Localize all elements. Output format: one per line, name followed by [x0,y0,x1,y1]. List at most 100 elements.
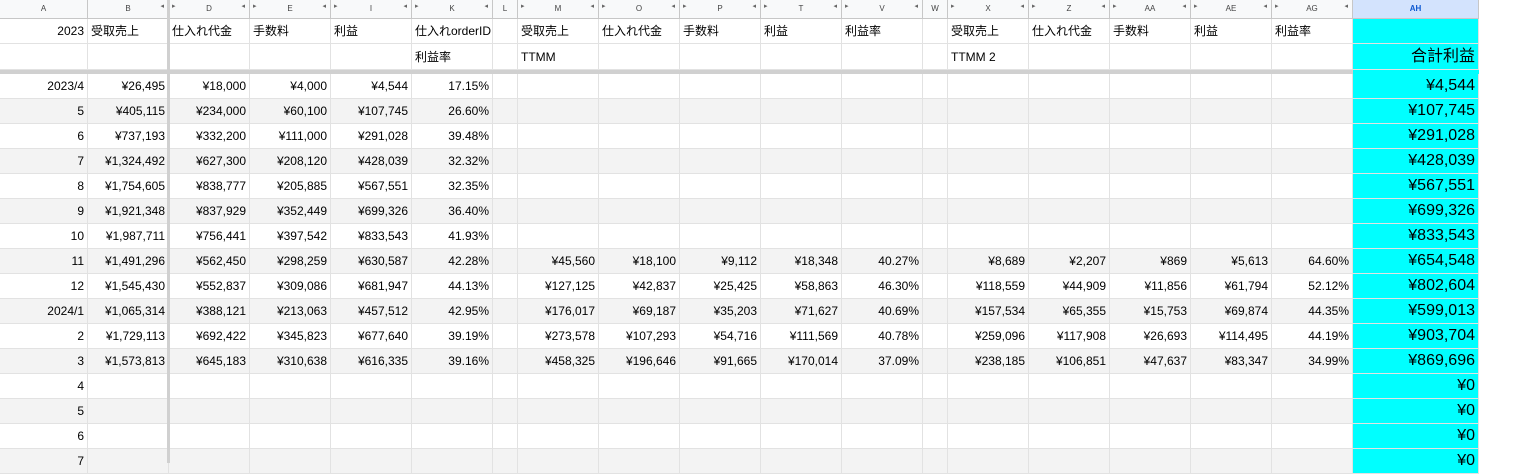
column-header-ae[interactable]: AE ▸ ◂ [1191,0,1272,19]
data-cell-o[interactable] [599,199,680,224]
data-cell-a[interactable]: 4 [0,374,88,399]
header-cell-r1-ag[interactable]: 利益率 [1272,19,1353,44]
hidden-columns-marker[interactable]: ◂ [322,3,326,10]
data-cell-t[interactable]: ¥58,863 [761,274,842,299]
data-cell-ag[interactable] [1272,149,1353,174]
data-cell-ae[interactable]: ¥83,347 [1191,349,1272,374]
column-header-w[interactable]: W [923,0,948,19]
data-cell-e[interactable]: ¥298,259 [250,249,331,274]
data-cell-k[interactable] [412,399,493,424]
column-header-i[interactable]: I ▸ ◂ [331,0,412,19]
hidden-columns-marker[interactable]: ▸ [1194,3,1198,10]
data-cell-o[interactable] [599,174,680,199]
column-header-a[interactable]: A [0,0,88,19]
data-cell-a[interactable]: 7 [0,449,88,474]
data-cell-aa[interactable] [1110,224,1191,249]
data-cell-ag[interactable]: 64.60% [1272,249,1353,274]
hidden-columns-marker[interactable]: ▸ [951,3,955,10]
data-cell-t[interactable] [761,449,842,474]
data-cell-l[interactable] [493,299,518,324]
data-cell-aa[interactable]: ¥15,753 [1110,299,1191,324]
data-cell-z[interactable]: ¥106,851 [1029,349,1110,374]
data-cell-i[interactable]: ¥681,947 [331,274,412,299]
data-cell-z[interactable]: ¥117,908 [1029,324,1110,349]
header-cell-r1-ah[interactable] [1353,19,1479,44]
data-cell-k[interactable]: 32.35% [412,174,493,199]
data-cell-e[interactable]: ¥352,449 [250,199,331,224]
data-cell-v[interactable] [842,399,923,424]
data-cell-a[interactable]: 5 [0,99,88,124]
data-cell-d[interactable]: ¥562,450 [169,249,250,274]
header-cell-r1-x[interactable]: 受取売上 [948,19,1029,44]
data-cell-ag[interactable] [1272,374,1353,399]
hidden-columns-marker[interactable]: ▸ [172,3,176,10]
column-header-l[interactable]: L [493,0,518,19]
header-cell-r2-d[interactable] [169,44,250,70]
data-cell-k[interactable]: 42.28% [412,249,493,274]
hidden-columns-marker[interactable]: ▸ [764,3,768,10]
data-cell-t[interactable] [761,99,842,124]
data-cell-t[interactable]: ¥71,627 [761,299,842,324]
column-header-ah[interactable]: AH [1353,0,1479,19]
data-cell-x[interactable] [948,424,1029,449]
hidden-columns-marker[interactable]: ◂ [1020,3,1024,10]
data-cell-x[interactable] [948,124,1029,149]
data-cell-t[interactable] [761,374,842,399]
data-cell-o[interactable]: ¥18,100 [599,249,680,274]
data-cell-k[interactable] [412,374,493,399]
data-cell-d[interactable]: ¥838,777 [169,174,250,199]
data-cell-i[interactable] [331,399,412,424]
data-cell-t[interactable]: ¥111,569 [761,324,842,349]
data-cell-p[interactable] [680,224,761,249]
data-cell-b[interactable]: ¥1,921,348 [88,199,169,224]
data-cell-x[interactable]: ¥118,559 [948,274,1029,299]
data-cell-d[interactable]: ¥18,000 [169,74,250,99]
hidden-columns-marker[interactable]: ▸ [1113,3,1117,10]
data-cell-e[interactable]: ¥60,100 [250,99,331,124]
data-cell-l[interactable] [493,74,518,99]
header-cell-r2-i[interactable] [331,44,412,70]
data-cell-z[interactable] [1029,124,1110,149]
data-cell-w[interactable] [923,449,948,474]
data-cell-e[interactable]: ¥213,063 [250,299,331,324]
data-cell-v[interactable]: 40.78% [842,324,923,349]
data-cell-ae[interactable] [1191,74,1272,99]
data-cell-o[interactable]: ¥69,187 [599,299,680,324]
header-cell-r2-z[interactable] [1029,44,1110,70]
data-cell-i[interactable]: ¥699,326 [331,199,412,224]
data-cell-a[interactable]: 11 [0,249,88,274]
data-cell-d[interactable]: ¥837,929 [169,199,250,224]
data-cell-p[interactable]: ¥35,203 [680,299,761,324]
hidden-columns-marker[interactable]: ▸ [334,3,338,10]
header-cell-r2-t[interactable] [761,44,842,70]
data-cell-z[interactable] [1029,174,1110,199]
data-cell-x[interactable]: ¥157,534 [948,299,1029,324]
data-cell-o[interactable] [599,149,680,174]
data-cell-a[interactable]: 10 [0,224,88,249]
data-cell-l[interactable] [493,349,518,374]
data-cell-a[interactable]: 8 [0,174,88,199]
header-cell-r2-e[interactable] [250,44,331,70]
data-cell-v[interactable] [842,449,923,474]
data-cell-ag[interactable] [1272,199,1353,224]
data-cell-k[interactable] [412,424,493,449]
data-cell-ah[interactable]: ¥0 [1353,424,1479,449]
data-cell-o[interactable]: ¥42,837 [599,274,680,299]
data-cell-ae[interactable] [1191,374,1272,399]
column-header-e[interactable]: E ▸ ◂ [250,0,331,19]
column-header-d[interactable]: D ▸ ◂ [169,0,250,19]
data-cell-m[interactable] [518,74,599,99]
data-cell-a[interactable]: 2 [0,324,88,349]
data-cell-l[interactable] [493,174,518,199]
data-cell-o[interactable] [599,224,680,249]
data-cell-w[interactable] [923,174,948,199]
data-cell-m[interactable] [518,124,599,149]
data-cell-aa[interactable] [1110,424,1191,449]
data-cell-a[interactable]: 7 [0,149,88,174]
data-cell-aa[interactable]: ¥11,856 [1110,274,1191,299]
header-cell-r2-l[interactable] [493,44,518,70]
data-cell-v[interactable]: 40.69% [842,299,923,324]
column-header-b[interactable]: B ◂ [88,0,169,19]
data-cell-i[interactable]: ¥428,039 [331,149,412,174]
data-cell-x[interactable]: ¥259,096 [948,324,1029,349]
